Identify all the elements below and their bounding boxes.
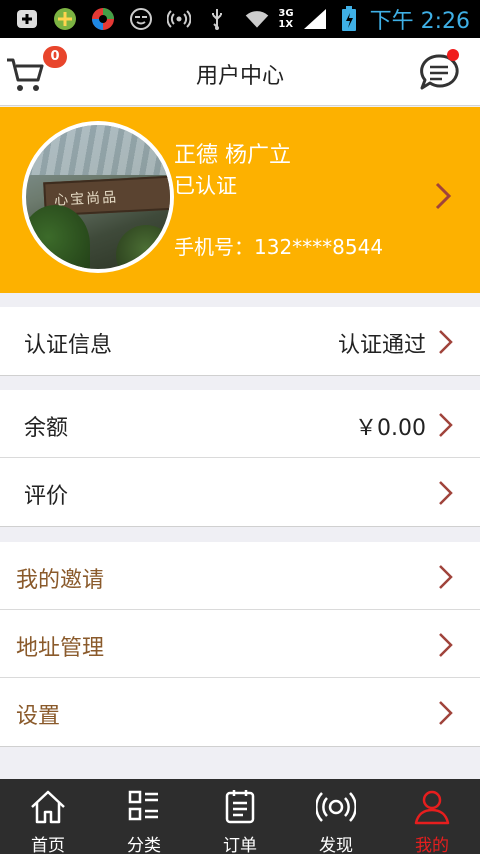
category-icon xyxy=(128,790,158,821)
profile-name: 正德 杨广立 xyxy=(174,143,291,168)
row-invite[interactable]: 我的邀请 xyxy=(0,542,480,610)
chevron-right-icon xyxy=(439,701,453,725)
tab-orders[interactable]: 订单 xyxy=(192,779,288,854)
plus-box-icon xyxy=(14,6,40,32)
order-icon xyxy=(225,790,255,824)
chevron-right-icon xyxy=(439,565,453,589)
finance-group: 余额 ￥0.00 评价 xyxy=(0,390,480,527)
gem-icon xyxy=(52,6,78,32)
row-verify[interactable]: 认证信息 认证通过 xyxy=(0,307,480,375)
usb-icon xyxy=(204,6,230,32)
phone-number: 手机号：132****8544 xyxy=(174,235,384,259)
clock: 下午 2:26 xyxy=(369,9,470,34)
bottom-tab-bar: 首页 分类 订单 发现 我的 xyxy=(0,779,480,854)
row-label: 余额 xyxy=(24,416,69,441)
tab-discover[interactable]: 发现 xyxy=(288,779,384,854)
tab-category[interactable]: 分类 xyxy=(96,779,192,854)
profile-card[interactable]: 心宝尚品 正德 杨广立 已认证 手机号：132****8544 xyxy=(0,107,480,293)
row-address[interactable]: 地址管理 xyxy=(0,610,480,678)
row-label: 认证信息 xyxy=(24,333,113,358)
tab-home[interactable]: 首页 xyxy=(0,779,96,854)
tab-label: 我的 xyxy=(415,836,449,854)
battery-icon xyxy=(336,6,362,32)
chevron-right-icon xyxy=(439,633,453,657)
row-label: 我的邀请 xyxy=(16,568,105,593)
unread-dot xyxy=(447,49,459,61)
row-balance[interactable]: 余额 ￥0.00 xyxy=(0,390,480,458)
wireless-icon xyxy=(166,6,192,32)
tab-label: 订单 xyxy=(223,836,257,854)
tab-label: 发现 xyxy=(319,836,353,854)
row-settings[interactable]: 设置 xyxy=(0,678,480,746)
chevron-right-icon xyxy=(439,481,453,505)
verify-group: 认证信息 认证通过 xyxy=(0,307,480,376)
row-value: 认证通过 xyxy=(337,333,426,358)
user-icon xyxy=(414,790,450,825)
app-header: 0 用户中心 xyxy=(0,38,480,106)
tab-mine[interactable]: 我的 xyxy=(384,779,480,854)
tab-label: 首页 xyxy=(31,836,65,854)
network-type: 3G 1X xyxy=(278,8,294,30)
verification-status: 已认证 xyxy=(174,174,237,198)
row-label: 地址管理 xyxy=(16,636,105,661)
smile-icon xyxy=(128,6,154,32)
row-label: 评价 xyxy=(24,484,69,509)
chevron-right-icon xyxy=(439,413,453,437)
signal-icon xyxy=(302,6,328,32)
ball-icon xyxy=(90,6,116,32)
tab-label: 分类 xyxy=(127,836,161,854)
row-label: 设置 xyxy=(16,704,61,729)
avatar[interactable]: 心宝尚品 xyxy=(22,121,174,273)
row-review[interactable]: 评价 xyxy=(0,458,480,526)
chevron-right-icon xyxy=(435,182,452,210)
discover-icon xyxy=(316,792,356,822)
page-title: 用户中心 xyxy=(195,64,284,89)
chevron-right-icon xyxy=(439,330,453,354)
status-bar: 3G 1X 下午 2:26 xyxy=(0,0,480,38)
misc-group: 我的邀请 地址管理 设置 xyxy=(0,542,480,747)
home-icon xyxy=(31,790,65,824)
wifi-icon xyxy=(244,6,270,32)
row-value: ￥0.00 xyxy=(355,416,426,441)
